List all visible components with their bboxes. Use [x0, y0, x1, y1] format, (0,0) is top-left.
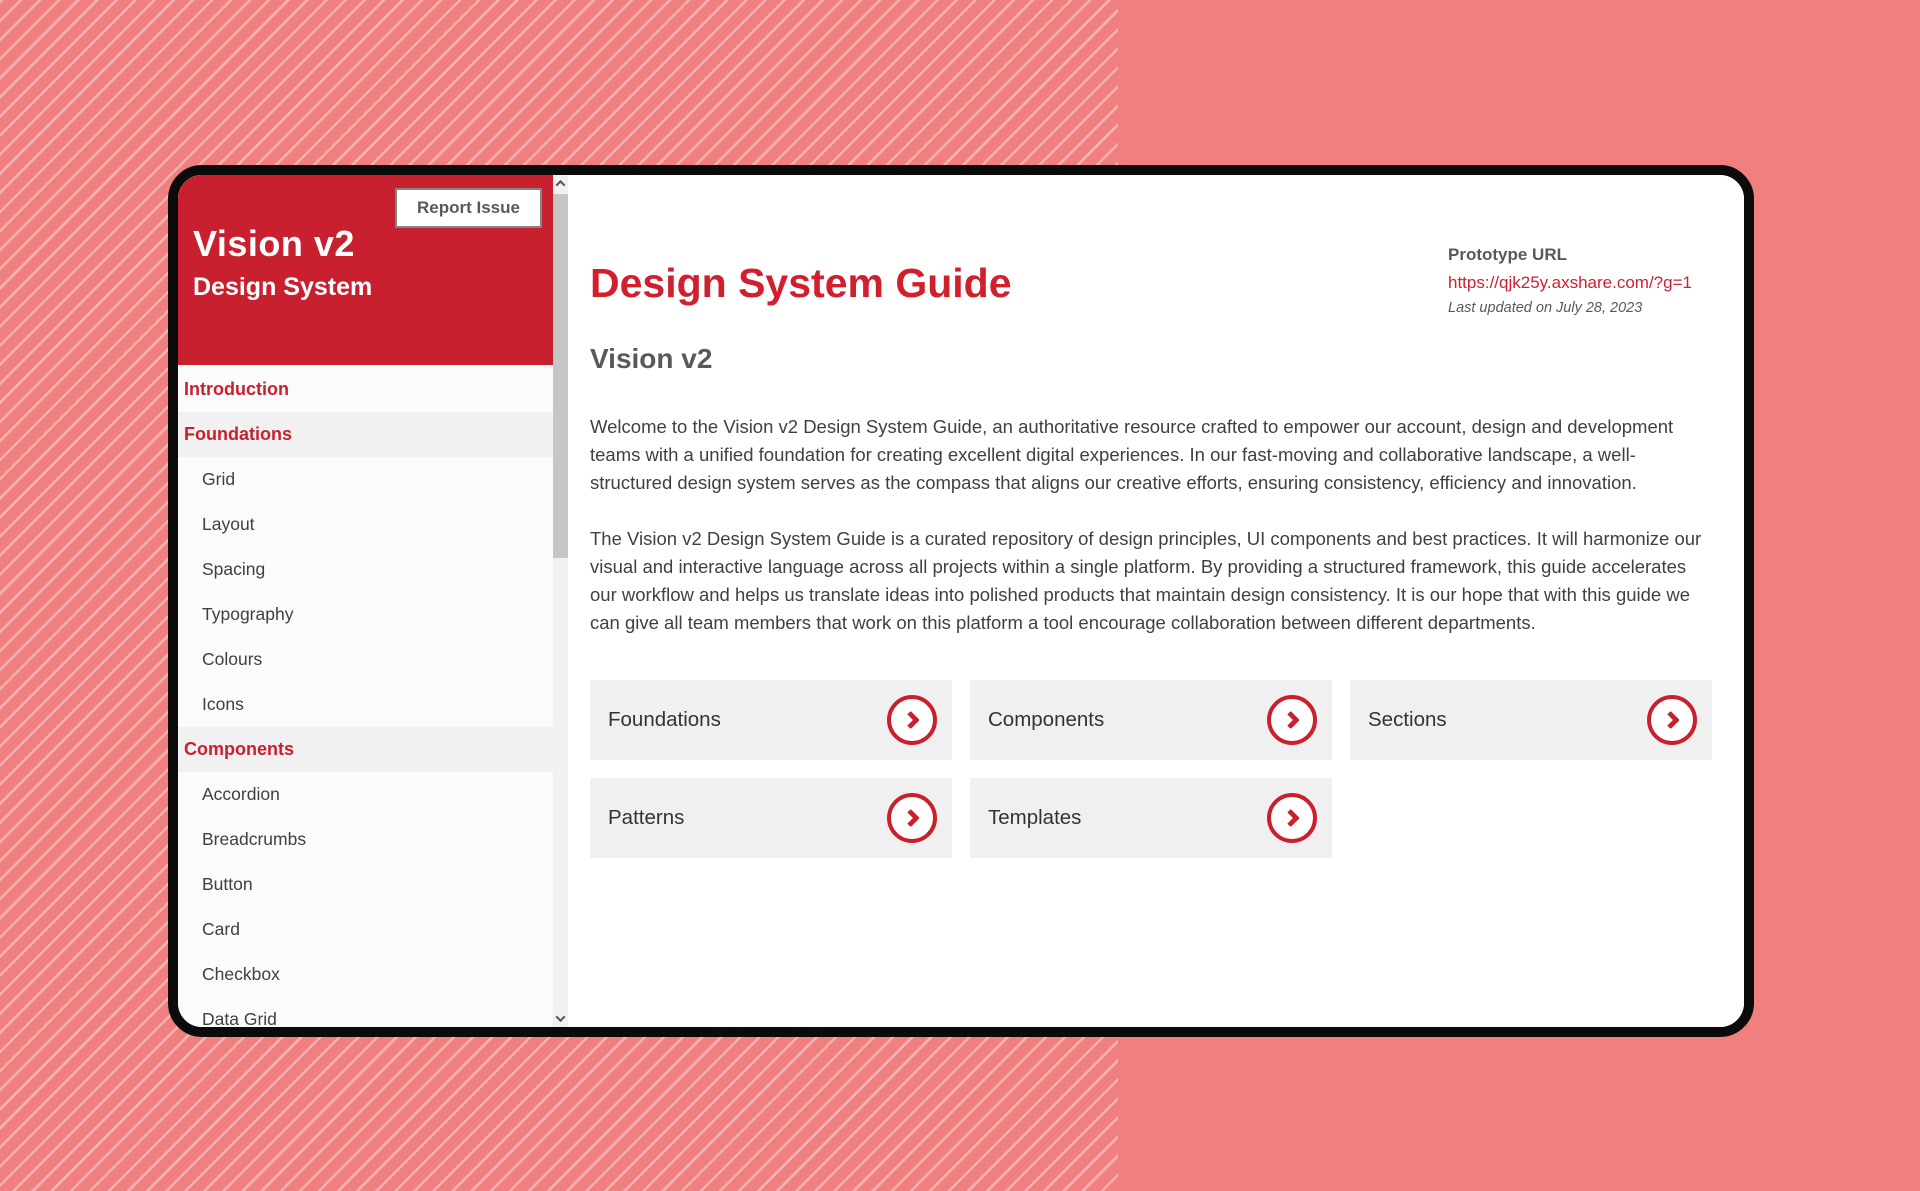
sidebar-item-label: Typography [202, 604, 293, 625]
sidebar-item-label: Icons [202, 694, 244, 715]
card-label: Templates [988, 806, 1081, 830]
card-label: Components [988, 708, 1104, 732]
card-label: Sections [1368, 708, 1447, 732]
sidebar-item-label: Data Grid [202, 1009, 277, 1027]
sidebar-item-icons[interactable]: Icons [178, 682, 553, 727]
app-window: Vision v2 Design System Report Issue Int… [168, 165, 1754, 1037]
sidebar-item-introduction[interactable]: Introduction [178, 367, 553, 412]
arrow-circle-icon[interactable] [1267, 695, 1317, 745]
chevron-right-icon [1282, 711, 1300, 729]
sidebar-item-label: Accordion [202, 784, 280, 805]
prototype-url-heading: Prototype URL [1448, 245, 1692, 265]
sidebar-item-card[interactable]: Card [178, 907, 553, 952]
cards-grid: Foundations Components Sections Patterns Tem… [590, 680, 1712, 858]
prototype-url-block: Prototype URL https://qjk25y.axshare.com… [1448, 245, 1692, 316]
sidebar-item-label: Card [202, 919, 240, 940]
last-updated-text: Last updated on July 28, 2023 [1448, 300, 1692, 316]
sidebar-scrollbar[interactable] [553, 175, 568, 1027]
sidebar-item-label: Components [184, 739, 294, 760]
sidebar-item-label: Spacing [202, 559, 265, 580]
sidebar-item-breadcrumbs[interactable]: Breadcrumbs [178, 817, 553, 862]
sidebar-item-label: Breadcrumbs [202, 829, 306, 850]
paragraph: Welcome to the Vision v2 Design System G… [590, 413, 1706, 497]
card-components[interactable]: Components [970, 680, 1332, 760]
sidebar-item-accordion[interactable]: Accordion [178, 772, 553, 817]
sidebar-item-label: Foundations [184, 424, 292, 445]
sidebar-item-grid[interactable]: Grid [178, 457, 553, 502]
brand-subtitle: Design System [193, 273, 372, 302]
card-foundations[interactable]: Foundations [590, 680, 952, 760]
sidebar-item-button[interactable]: Button [178, 862, 553, 907]
chevron-right-icon [902, 809, 920, 827]
prototype-url-link[interactable]: https://qjk25y.axshare.com/?g=1 [1448, 273, 1692, 293]
sidebar-item-label: Checkbox [202, 964, 280, 985]
arrow-circle-icon[interactable] [887, 793, 937, 843]
arrow-circle-icon[interactable] [1647, 695, 1697, 745]
sidebar-item-foundations[interactable]: Foundations [178, 412, 553, 457]
arrow-circle-icon[interactable] [1267, 793, 1317, 843]
scrollbar-thumb[interactable] [553, 194, 568, 558]
page-title: Design System Guide [590, 260, 1012, 307]
sidebar-item-colours[interactable]: Colours [178, 637, 553, 682]
sidebar-item-label: Button [202, 874, 253, 895]
sidebar-nav: Introduction Foundations Grid Layout Spacing… [178, 367, 553, 1027]
sidebar-item-label: Grid [202, 469, 235, 490]
sidebar-item-typography[interactable]: Typography [178, 592, 553, 637]
sidebar-header: Vision v2 Design System Report Issue [178, 175, 553, 365]
sidebar-item-label: Colours [202, 649, 262, 670]
card-label: Patterns [608, 806, 684, 830]
sidebar-item-data-grid[interactable]: Data Grid [178, 997, 553, 1027]
paragraph: The Vision v2 Design System Guide is a c… [590, 525, 1706, 637]
main-content: Design System Guide Prototype URL https:… [568, 175, 1744, 1027]
sidebar-item-label: Introduction [184, 379, 289, 400]
card-label: Foundations [608, 708, 721, 732]
card-sections[interactable]: Sections [1350, 680, 1712, 760]
brand-title: Vision v2 [193, 223, 355, 265]
sidebar-item-components[interactable]: Components [178, 727, 553, 772]
sidebar: Vision v2 Design System Report Issue Int… [178, 175, 553, 1027]
report-issue-button[interactable]: Report Issue [395, 188, 542, 228]
sidebar-item-spacing[interactable]: Spacing [178, 547, 553, 592]
chevron-right-icon [1662, 711, 1680, 729]
chevron-right-icon [1282, 809, 1300, 827]
chevron-right-icon [902, 711, 920, 729]
scrollbar-down-button[interactable] [553, 1010, 568, 1027]
arrow-circle-icon[interactable] [887, 695, 937, 745]
section-heading: Vision v2 [590, 343, 712, 375]
scrollbar-up-button[interactable] [553, 175, 568, 192]
card-patterns[interactable]: Patterns [590, 778, 952, 858]
sidebar-item-label: Layout [202, 514, 255, 535]
chevron-up-icon [556, 180, 566, 190]
chevron-down-icon [556, 1012, 566, 1022]
intro-paragraphs: Welcome to the Vision v2 Design System G… [590, 413, 1706, 665]
card-templates[interactable]: Templates [970, 778, 1332, 858]
sidebar-item-checkbox[interactable]: Checkbox [178, 952, 553, 997]
sidebar-item-layout[interactable]: Layout [178, 502, 553, 547]
